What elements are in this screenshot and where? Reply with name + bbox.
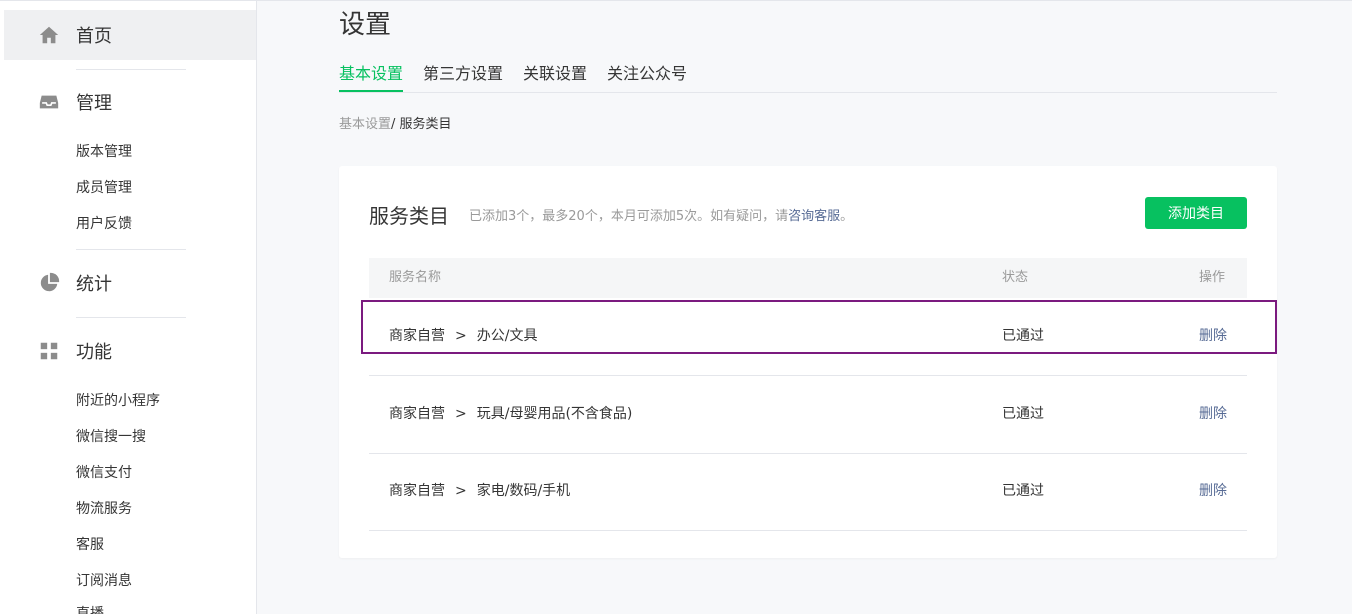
column-header-name: 服务名称 [389,270,442,285]
contact-service-link[interactable]: 咨询客服 [788,209,840,224]
sidebar-item-search[interactable]: 微信搜一搜 [76,427,146,447]
service-category-panel: 服务类目 已添加3个，最多20个，本月可添加5次。如有疑问，请咨询客服。 添加类… [339,166,1277,558]
add-category-button[interactable]: 添加类目 [1145,197,1247,229]
category-arrow: > [455,483,467,499]
panel-description-suffix: 。 [840,209,854,224]
breadcrumb: 基本设置/ 服务类目 [339,113,452,132]
home-icon [38,24,60,46]
panel-description-text: 已添加3个，最多20个，本月可添加5次。如有疑问，请 [469,209,789,224]
category-arrow: > [455,406,467,422]
row-highlight-box [361,300,1277,354]
table-header: 服务名称 状态 操作 [369,258,1247,298]
nav-manage[interactable]: 管理 [4,77,256,127]
nav-divider [76,317,186,318]
nav-divider [76,249,186,250]
sidebar-item-members[interactable]: 成员管理 [76,178,132,198]
panel-description: 已添加3个，最多20个，本月可添加5次。如有疑问，请咨询客服。 [469,205,853,224]
sidebar-item-logistics[interactable]: 物流服务 [76,499,132,519]
table-row: 商家自营 > 家电/数码/手机 已通过 删除 [369,453,1247,531]
breadcrumb-current: 服务类目 [399,117,452,132]
category-primary: 商家自营 [389,406,445,422]
nav-manage-label: 管理 [76,93,112,114]
grid-icon [38,340,60,362]
nav-stats-label: 统计 [76,274,112,295]
sidebar-item-nearby[interactable]: 附近的小程序 [76,391,160,411]
tab-related[interactable]: 关联设置 [523,62,587,91]
nav-home[interactable]: 首页 [4,10,256,60]
nav-features[interactable]: 功能 [4,326,256,376]
panel-title: 服务类目 [369,204,449,228]
sidebar-item-live[interactable]: 直播 [76,604,104,614]
tab-third-party[interactable]: 第三方设置 [423,62,503,91]
status-text: 已通过 [1002,406,1044,422]
page-title: 设置 [339,10,392,40]
status-text: 已通过 [1002,483,1044,499]
sidebar-item-service[interactable]: 客服 [76,535,104,555]
table-row: 商家自营 > 玩具/母婴用品(不含食品) 已通过 删除 [369,376,1247,454]
nav-stats[interactable]: 统计 [4,258,256,308]
breadcrumb-parent[interactable]: 基本设置 [339,117,391,132]
delete-link[interactable]: 删除 [1199,376,1227,453]
tab-bar: 基本设置 第三方设置 关联设置 关注公众号 [339,62,1277,93]
sidebar: 首页 管理 版本管理 成员管理 用户反馈 统计 功能 附近的小程序 微信搜一搜 … [0,1,257,614]
sidebar-item-version[interactable]: 版本管理 [76,142,132,162]
category-name: 商家自营 > 家电/数码/手机 [389,453,570,530]
sidebar-item-feedback[interactable]: 用户反馈 [76,214,132,234]
column-header-status: 状态 [1002,270,1029,285]
column-header-action: 操作 [1199,270,1226,285]
pie-chart-icon [38,272,60,294]
tab-basic-settings[interactable]: 基本设置 [339,62,404,92]
category-secondary: 家电/数码/手机 [476,483,571,499]
inbox-icon [38,91,60,113]
nav-features-label: 功能 [76,342,112,363]
nav-home-label: 首页 [76,26,112,47]
tab-follow-account[interactable]: 关注公众号 [607,62,687,91]
sidebar-item-subscribe[interactable]: 订阅消息 [76,571,132,591]
delete-link[interactable]: 删除 [1199,453,1227,530]
nav-divider [76,69,186,70]
category-primary: 商家自营 [389,483,445,499]
sidebar-item-pay[interactable]: 微信支付 [76,463,132,483]
category-name: 商家自营 > 玩具/母婴用品(不含食品) [389,376,632,453]
category-secondary: 玩具/母婴用品(不含食品) [476,406,633,422]
breadcrumb-separator: / [391,117,400,132]
